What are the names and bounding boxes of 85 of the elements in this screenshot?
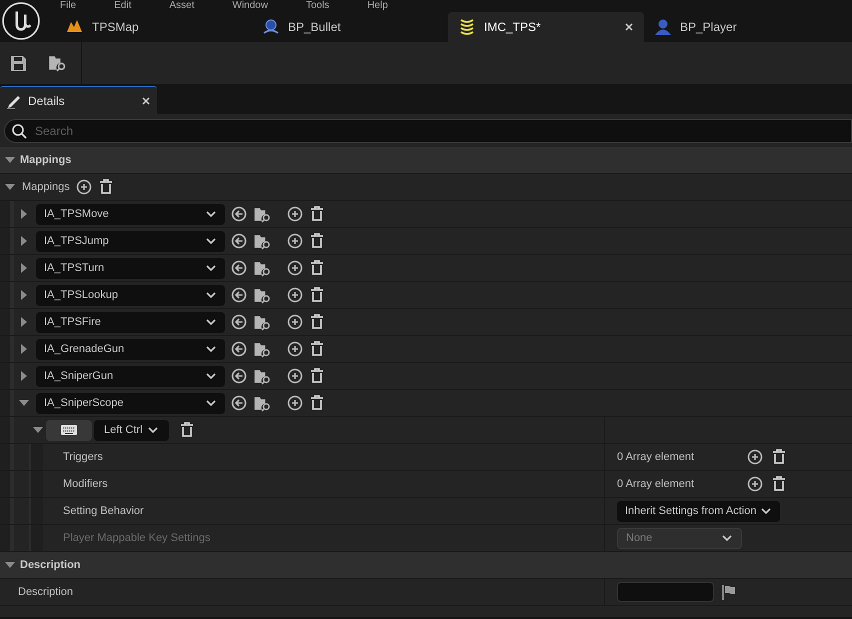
search-field[interactable]: Search: [33, 121, 851, 141]
property-label: Modifiers: [63, 476, 108, 492]
action-dropdown[interactable]: IA_SniperGun: [36, 366, 225, 386]
trash-icon[interactable]: [309, 368, 325, 384]
action-dropdown[interactable]: IA_TPSTurn: [36, 258, 225, 278]
close-icon: [624, 22, 634, 32]
add-icon[interactable]: [747, 449, 763, 465]
back-arrow-icon[interactable]: [231, 368, 247, 384]
back-arrow-icon[interactable]: [231, 395, 247, 411]
flag-icon[interactable]: [722, 584, 736, 600]
search-icon: [11, 123, 27, 139]
add-icon[interactable]: [76, 179, 92, 195]
back-arrow-icon[interactable]: [231, 233, 247, 249]
trash-icon[interactable]: [309, 314, 325, 330]
trash-icon[interactable]: [98, 179, 114, 195]
trash-icon[interactable]: [309, 233, 325, 249]
action-dropdown[interactable]: IA_SniperScope: [36, 392, 225, 414]
property-label: Triggers: [63, 450, 103, 465]
back-arrow-icon[interactable]: [231, 341, 247, 357]
close-icon: [141, 96, 151, 106]
person-icon: [654, 18, 672, 36]
array-count: 0 Array element: [617, 476, 696, 492]
back-arrow-icon[interactable]: [231, 260, 247, 276]
action-dropdown[interactable]: IA_TPSLookup: [36, 284, 225, 306]
document-tab[interactable]: IMC_TPS*: [448, 12, 644, 42]
array-count: 0 Array element: [617, 450, 696, 465]
trash-icon[interactable]: [771, 476, 787, 492]
menu-item[interactable]: Asset: [169, 0, 194, 12]
back-arrow-icon[interactable]: [231, 287, 247, 303]
details-tab[interactable]: Details: [0, 86, 157, 114]
add-icon[interactable]: [287, 206, 303, 222]
property-label: Description: [18, 584, 74, 600]
browse-folder-icon[interactable]: [253, 286, 271, 304]
setting-dropdown: None: [617, 528, 742, 548]
add-icon[interactable]: [287, 233, 303, 249]
trash-icon[interactable]: [309, 206, 325, 222]
trash-icon[interactable]: [309, 260, 325, 276]
key-dropdown[interactable]: Left Ctrl: [94, 420, 169, 440]
document-tab[interactable]: TPSMap: [56, 12, 252, 42]
browse-folder-icon[interactable]: [253, 260, 271, 276]
browse-folder-icon[interactable]: [253, 394, 271, 412]
section-header: Description: [20, 558, 81, 573]
back-arrow-icon[interactable]: [231, 314, 247, 330]
browse-folder-icon[interactable]: [253, 340, 271, 358]
menu-item[interactable]: File: [60, 0, 76, 12]
trash-icon[interactable]: [178, 422, 195, 438]
add-icon[interactable]: [747, 476, 763, 492]
document-tab[interactable]: BP_Player: [644, 12, 840, 42]
trash-icon[interactable]: [309, 341, 325, 357]
keyboard-button[interactable]: [46, 420, 92, 440]
action-dropdown[interactable]: IA_TPSMove: [36, 204, 225, 224]
browse-folder-icon[interactable]: [253, 232, 271, 250]
trash-icon[interactable]: [309, 395, 325, 411]
add-icon[interactable]: [287, 287, 303, 303]
add-icon[interactable]: [287, 395, 303, 411]
action-dropdown[interactable]: IA_TPSFire: [36, 312, 225, 332]
add-icon[interactable]: [287, 368, 303, 384]
setting-dropdown[interactable]: Inherit Settings from Action: [617, 500, 780, 522]
menu-item[interactable]: Help: [367, 0, 388, 12]
keyboard-icon: [60, 423, 78, 437]
add-icon[interactable]: [287, 314, 303, 330]
browse-folder-icon[interactable]: [253, 314, 271, 330]
save-icon[interactable]: [10, 54, 27, 72]
document-tab[interactable]: BP_Bullet: [252, 12, 448, 42]
action-dropdown[interactable]: IA_GrenadeGun: [36, 338, 225, 360]
browse-folder-icon[interactable]: [253, 368, 271, 384]
menu-item[interactable]: Edit: [114, 0, 132, 12]
search-bar[interactable]: Search: [4, 119, 852, 143]
property-label: Player Mappable Key Settings: [63, 530, 210, 546]
section-header: Mappings: [20, 152, 72, 168]
menu-item[interactable]: Tools: [306, 0, 330, 12]
trash-icon[interactable]: [309, 287, 325, 303]
browse-folder-icon[interactable]: [47, 54, 67, 72]
text-field[interactable]: [617, 582, 714, 602]
trash-icon[interactable]: [771, 449, 787, 465]
wavy-lines-icon: [458, 18, 476, 36]
browse-folder-icon[interactable]: [253, 206, 271, 222]
add-icon[interactable]: [287, 260, 303, 276]
back-arrow-icon[interactable]: [231, 206, 247, 222]
engine-logo: [2, 2, 40, 40]
property-label: Mappings: [22, 180, 70, 195]
menu-item[interactable]: Window: [232, 0, 268, 12]
add-icon[interactable]: [287, 341, 303, 357]
action-dropdown[interactable]: IA_TPSJump: [36, 230, 225, 252]
property-label: Setting Behavior: [63, 504, 144, 519]
